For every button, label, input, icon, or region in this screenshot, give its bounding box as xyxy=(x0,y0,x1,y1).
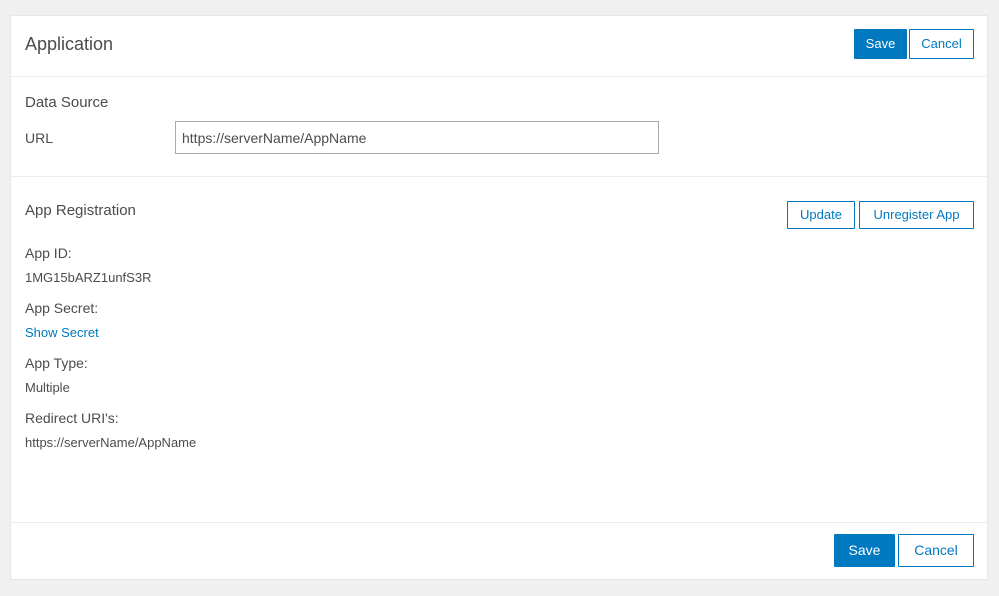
redirect-uris-value: https://serverName/AppName xyxy=(25,435,197,450)
app-registration-heading: App Registration xyxy=(25,202,136,219)
app-id-label: App ID: xyxy=(25,245,72,261)
redirect-uris-label: Redirect URI's: xyxy=(25,410,119,426)
update-button[interactable]: Update xyxy=(787,201,855,229)
save-button-top[interactable]: Save xyxy=(854,29,907,59)
unregister-app-button[interactable]: Unregister App xyxy=(859,201,974,229)
save-button-bottom[interactable]: Save xyxy=(834,534,895,567)
section-divider xyxy=(11,176,987,177)
cancel-button-top[interactable]: Cancel xyxy=(909,29,974,59)
app-id-value: 1MG15bARZ1unfS3R xyxy=(25,270,152,285)
panel-footer: Save Cancel xyxy=(11,522,987,579)
url-input[interactable] xyxy=(175,121,659,154)
panel-header: Application Save Cancel xyxy=(11,16,987,77)
show-secret-link[interactable]: Show Secret xyxy=(25,325,99,340)
application-panel: Application Save Cancel Data Source URL … xyxy=(10,15,988,580)
data-source-heading: Data Source xyxy=(25,94,109,111)
page-title: Application xyxy=(25,34,114,54)
cancel-button-bottom[interactable]: Cancel xyxy=(898,534,974,567)
url-label: URL xyxy=(25,130,54,146)
app-type-label: App Type: xyxy=(25,355,88,371)
app-type-value: Multiple xyxy=(25,380,70,395)
app-secret-label: App Secret: xyxy=(25,300,99,316)
